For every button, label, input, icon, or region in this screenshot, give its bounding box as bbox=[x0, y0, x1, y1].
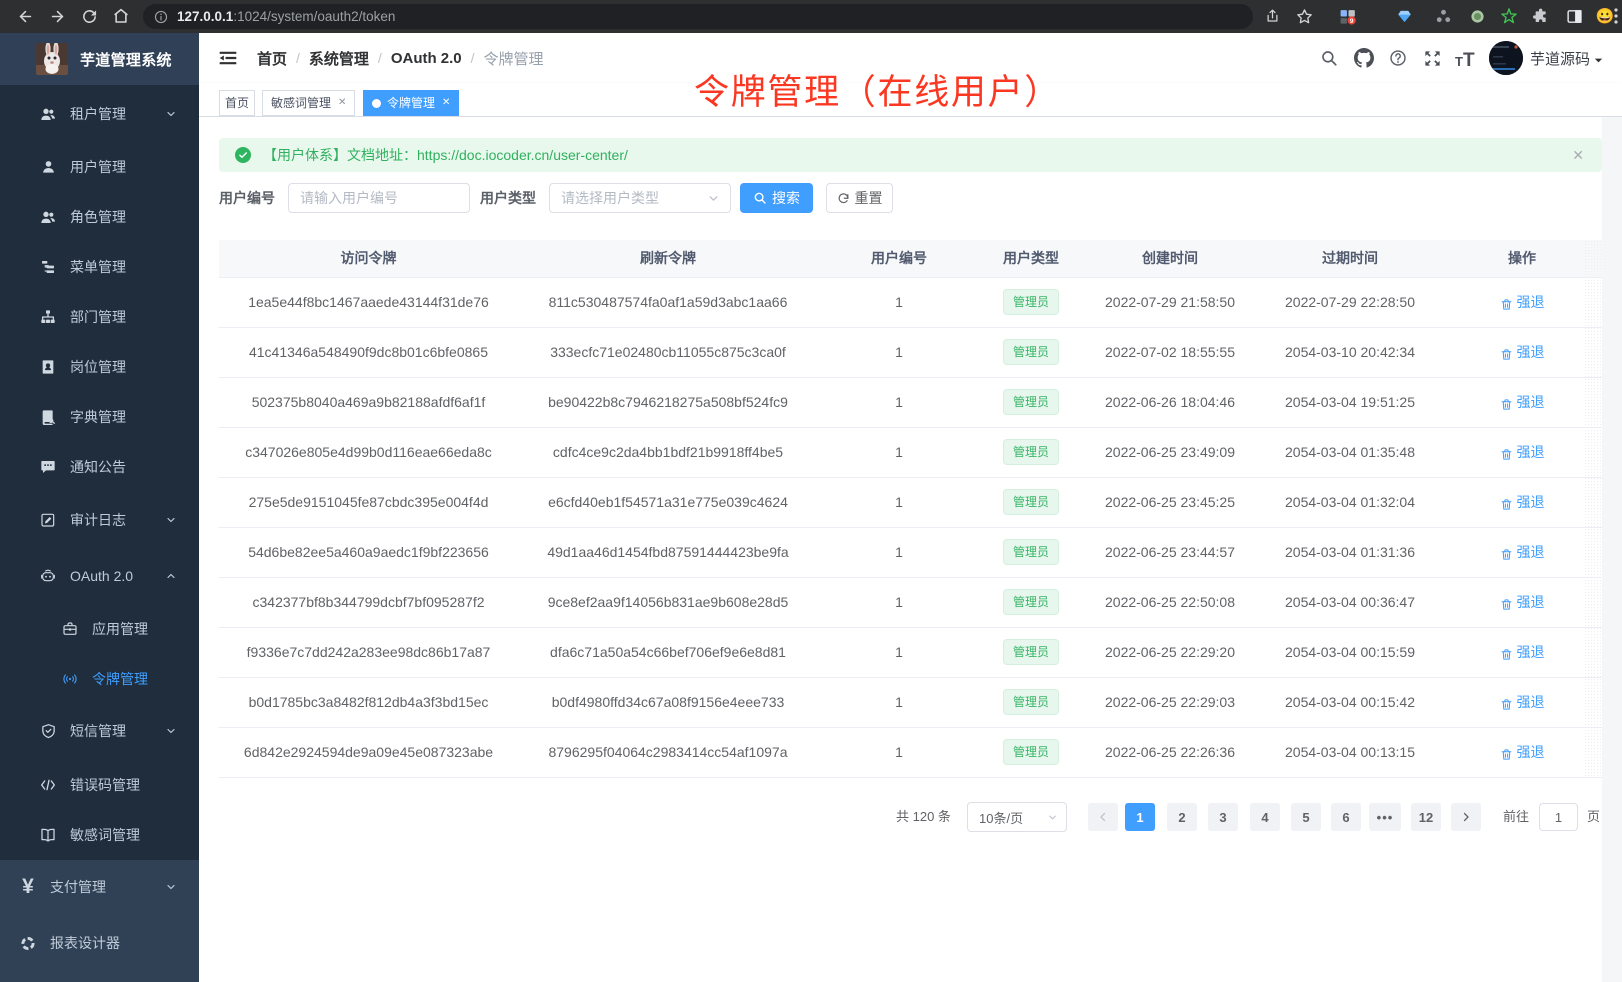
svg-text:9: 9 bbox=[1349, 17, 1353, 24]
